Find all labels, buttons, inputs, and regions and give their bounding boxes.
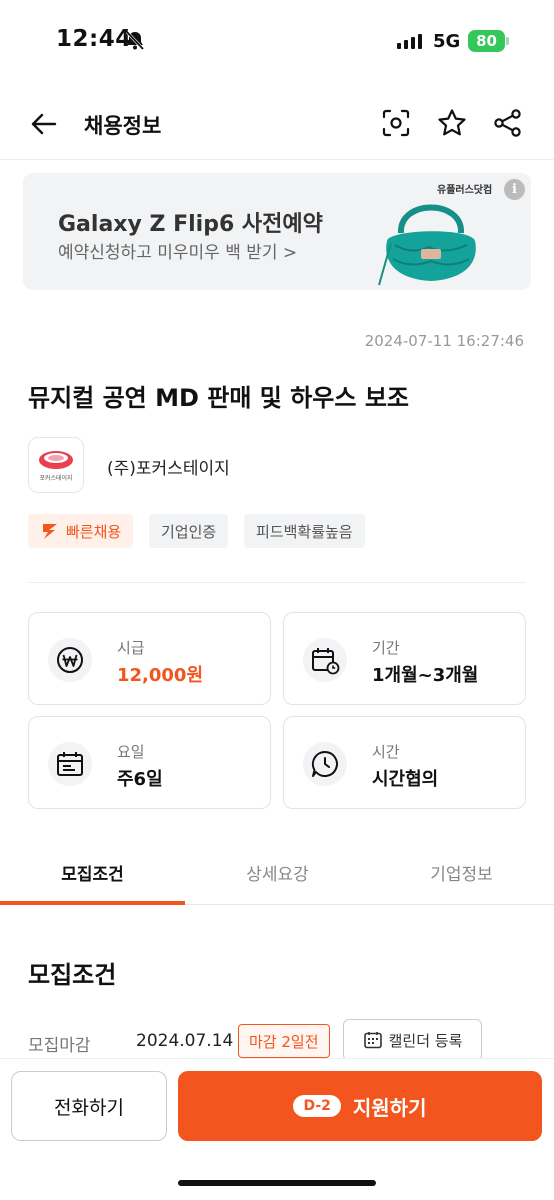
hours-label: 시간 [372,743,400,761]
calendar-register-button[interactable]: 캘린더 등록 [343,1019,482,1061]
deadline-badge: 마감 2일전 [238,1024,330,1058]
apply-label: 지원하기 [352,1095,427,1120]
lightning-icon [43,524,57,539]
scan-icon[interactable] [380,107,412,139]
home-indicator[interactable] [178,1180,376,1186]
clock-chat-icon [303,742,347,786]
calendar-clock-icon [303,638,347,682]
status-time: 12:44 [56,26,132,52]
tab-company[interactable]: 기업정보 [369,860,554,885]
hours-card: 시간 시간협의 [283,716,526,809]
days-label: 요일 [117,743,145,761]
divider [28,582,526,583]
tab-details[interactable]: 상세요강 [185,860,370,885]
star-icon[interactable] [436,107,468,139]
network-type: 5G [433,31,461,52]
calendar-icon [48,742,92,786]
company-logo-mark [39,450,73,469]
ad-subtitle[interactable]: 예약신청하고 미우미우 백 받기 > [58,238,297,263]
back-arrow-icon[interactable] [28,108,60,140]
call-button[interactable]: 전화하기 [11,1071,167,1141]
period-label: 기간 [372,639,400,657]
period-card: 기간 1개월~3개월 [283,612,526,705]
badge-feedback: 피드백확률높음 [244,514,365,548]
dday-badge: D-2 [293,1095,341,1117]
calendar-register-label: 캘린더 등록 [388,1031,463,1050]
apply-button[interactable]: D-2 지원하기 [178,1071,542,1141]
days-card: 요일 주6일 [28,716,271,809]
bottom-action-bar: 전화하기 D-2 지원하기 [0,1058,554,1200]
period-value: 1개월~3개월 [372,665,479,686]
tab-conditions[interactable]: 모집조건 [0,860,185,885]
info-icon[interactable]: i [504,179,525,200]
wage-label: 시급 [117,639,145,657]
wage-card: 시급 12,000원 [28,612,271,705]
bell-muted-icon [125,30,145,51]
won-icon [48,638,92,682]
job-title: 뮤지컬 공연 MD 판매 및 하우스 보조 [28,384,409,412]
deadline-value: 2024.07.14 [136,1031,234,1051]
signal-icon [397,34,422,49]
top-nav: 채용정보 [0,90,554,160]
share-icon[interactable] [492,107,524,139]
status-bar: 12:44 5G 80 [0,0,554,80]
deadline-label: 모집마감 [28,1036,91,1056]
wage-value: 12,000원 [117,665,204,686]
hours-value: 시간협의 [372,769,439,790]
badge-fast-hire: 빠른채용 [28,514,134,548]
badge-verified: 기업인증 [149,514,229,548]
battery-icon: 80 [468,30,505,52]
page-title: 채용정보 [84,114,162,138]
ad-banner[interactable]: Galaxy Z Flip6 사전예약 예약신청하고 미우미우 백 받기 > 유… [23,173,531,290]
ad-title: Galaxy Z Flip6 사전예약 [58,212,323,237]
section-tabs: 모집조건 상세요강 기업정보 [0,840,554,905]
conditions-title: 모집조건 [28,961,117,989]
posted-datetime: 2024-07-11 16:27:46 [364,332,524,350]
active-tab-indicator [0,901,185,905]
company-name[interactable]: (주)포커스테이지 [107,454,230,479]
company-logo-text: 포커스테이지 [39,474,73,482]
company-logo[interactable]: 포커스테이지 [28,437,84,493]
days-value: 주6일 [117,769,163,790]
badge-fast-label: 빠른채용 [66,522,122,541]
battery-cap [506,37,509,45]
calendar-small-icon [363,1032,382,1049]
handbag-image [378,204,476,286]
